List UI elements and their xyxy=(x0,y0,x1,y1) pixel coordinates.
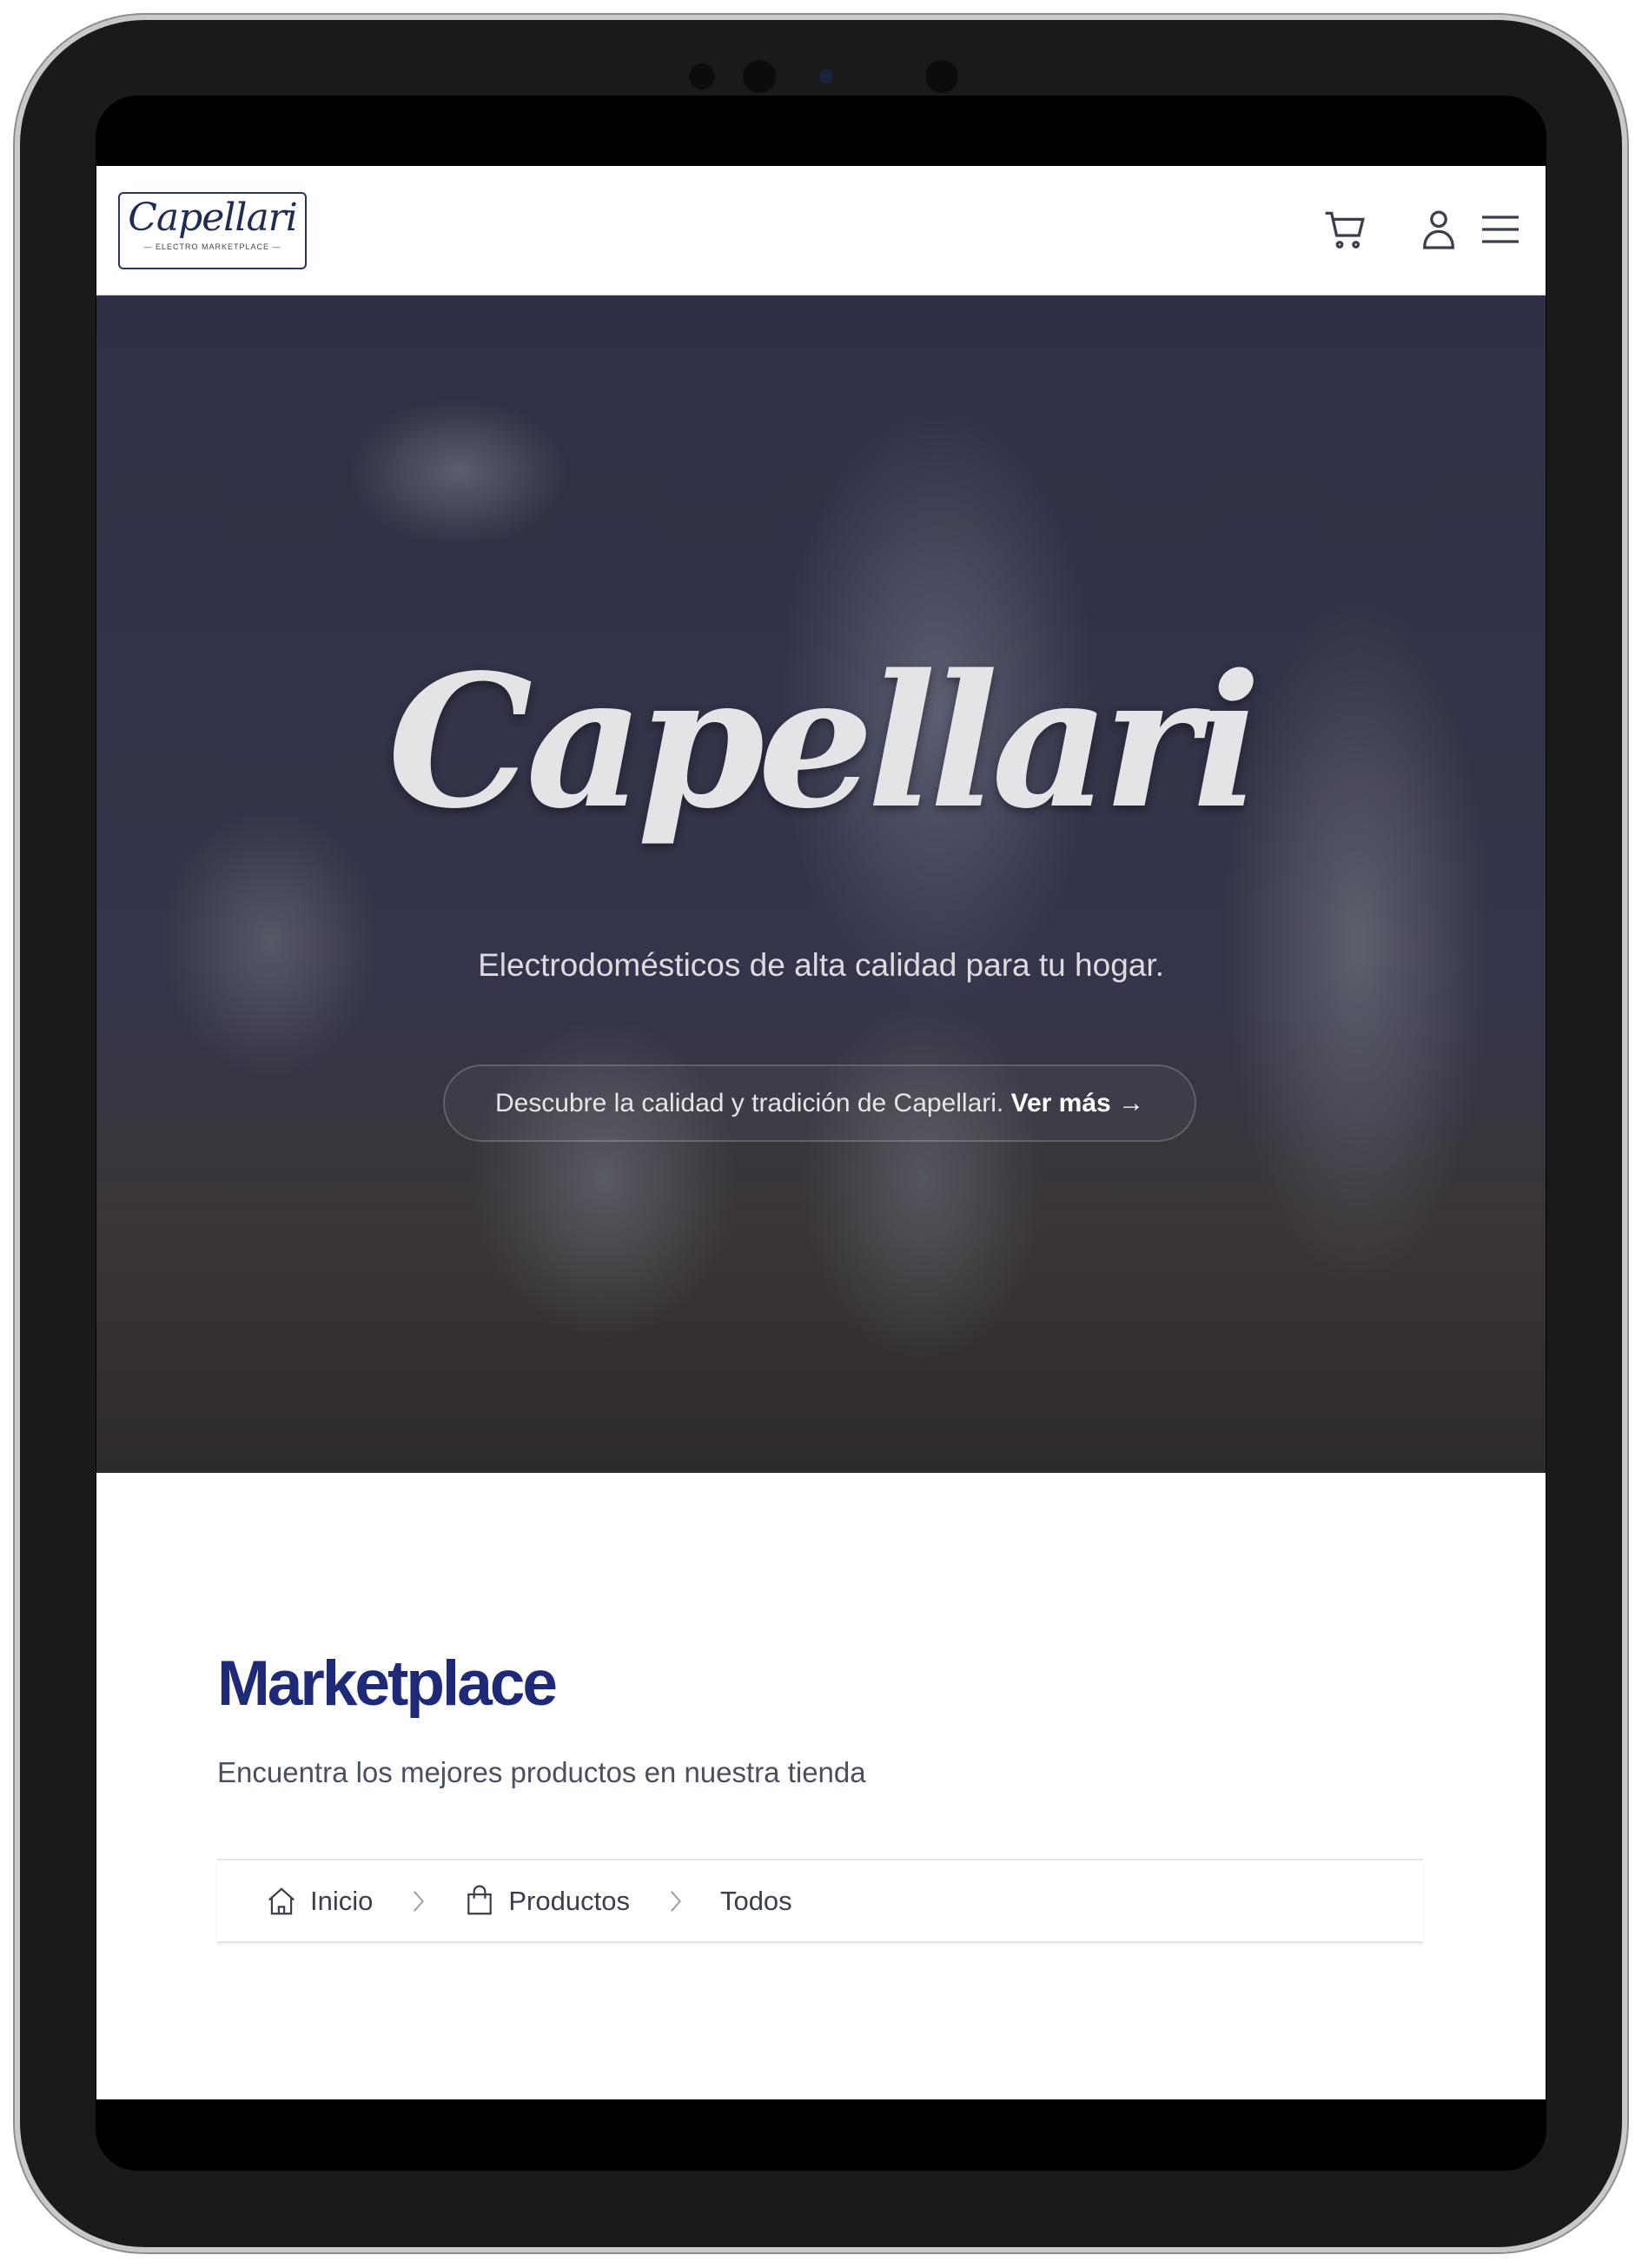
user-icon[interactable] xyxy=(1414,205,1463,254)
logo-script: Capellari xyxy=(128,196,298,240)
cart-icon[interactable] xyxy=(1321,205,1370,254)
breadcrumb-label: Todos xyxy=(719,1885,792,1916)
breadcrumb-inicio[interactable]: Inicio xyxy=(265,1885,373,1918)
breadcrumb-label: Inicio xyxy=(310,1885,374,1916)
sensor xyxy=(925,60,958,93)
chevron-right-icon xyxy=(414,1890,425,1912)
menu-icon[interactable] xyxy=(1476,205,1525,254)
breadcrumb-label: Productos xyxy=(508,1885,630,1916)
hero-title: Capellari xyxy=(387,634,1261,849)
shopping-bag-icon xyxy=(467,1884,493,1914)
logo-tagline: — ELECTRO MARKETPLACE — xyxy=(143,242,281,251)
cta-text: Descubre la calidad y tradición de Capel… xyxy=(494,1089,1004,1117)
hero-cta-pill[interactable]: Descubre la calidad y tradición de Capel… xyxy=(443,1064,1196,1142)
home-icon xyxy=(268,1887,295,1914)
screen: Capellari — ELECTRO MARKETPLACE — Capell… xyxy=(96,96,1546,2171)
sensor xyxy=(689,63,715,90)
hero-banner: Capellari Electrodomésticos de alta cali… xyxy=(96,295,1546,1473)
see-more-link[interactable]: Ver más → xyxy=(1011,1089,1144,1117)
chevron-right-icon xyxy=(670,1890,681,1912)
breadcrumb-todos: Todos xyxy=(720,1886,792,1917)
page-title: Marketplace xyxy=(217,1648,558,1719)
camera-lens xyxy=(819,70,833,83)
site-header: Capellari — ELECTRO MARKETPLACE — xyxy=(96,166,1546,295)
sensor xyxy=(743,60,776,93)
hero-subtitle: Electrodomésticos de alta calidad para t… xyxy=(478,947,1164,983)
page-subtitle: Encuentra los mejores productos en nuest… xyxy=(217,1756,866,1788)
breadcrumb: Inicio Productos Todos xyxy=(217,1859,1423,1943)
breadcrumb-productos[interactable]: Productos xyxy=(463,1884,630,1918)
logo[interactable]: Capellari — ELECTRO MARKETPLACE — xyxy=(118,192,307,269)
web-page: Capellari — ELECTRO MARKETPLACE — Capell… xyxy=(96,166,1546,2099)
